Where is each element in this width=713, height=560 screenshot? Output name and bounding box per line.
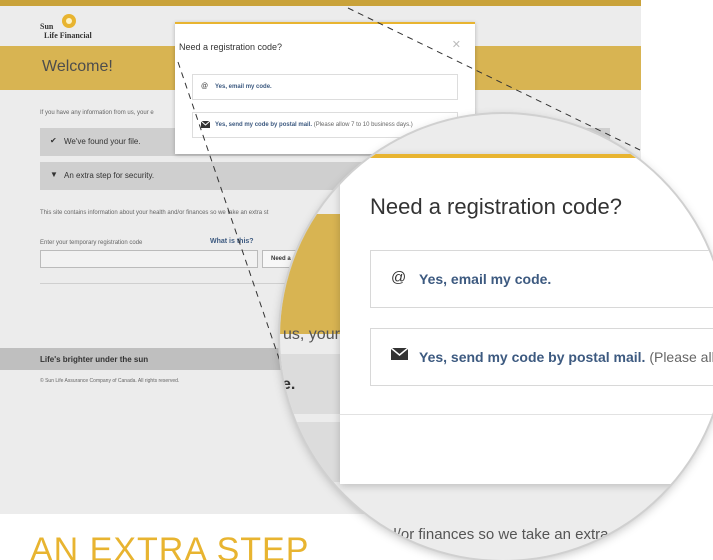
email-option-text: Yes, email my code. — [215, 84, 272, 90]
email-option-label: Yes, email my code. — [215, 84, 272, 90]
copyright-text: © Sun Life Assurance Company of Canada. … — [40, 378, 180, 384]
envelope-icon — [390, 347, 409, 364]
caret-down-icon: ▼ — [50, 170, 58, 179]
magnifier-circle: us, your e e. y. nd/or finances so we ta… — [280, 114, 713, 560]
footer-tagline: Life's brighter under the sun — [40, 355, 149, 364]
mail-option-label: Yes, send my code by postal mail. (Pleas… — [215, 122, 413, 128]
top-accent-bar — [0, 0, 641, 6]
at-icon: @ — [391, 269, 407, 286]
what-is-this-link[interactable]: What is this? — [210, 238, 254, 245]
intro-text: If you have any information from us, you… — [40, 110, 154, 116]
extra-step-heading: AN EXTRA STEP — [30, 531, 310, 560]
magnified-modal-divider — [340, 414, 713, 415]
magnified-mail-label: Yes, send my code by postal mail. (Pleas… — [419, 349, 713, 365]
magnified-modal: Need a registration code? @ Yes, email m… — [340, 154, 713, 484]
step-found-file-label: We've found your file. — [64, 137, 141, 146]
magnified-fragment-1: e. — [282, 376, 296, 393]
magnified-mail-option[interactable]: Yes, send my code by postal mail. (Pleas… — [370, 328, 713, 386]
close-icon[interactable]: ✕ — [452, 38, 461, 51]
code-field-label: Enter your temporary registration code — [40, 240, 143, 246]
info-text: This site contains information about you… — [40, 210, 269, 216]
envelope-icon — [200, 120, 211, 130]
magnified-mail-text: Yes, send my code by postal mail. — [419, 349, 646, 365]
check-icon: ✔ — [50, 136, 57, 145]
magnified-mail-note: (Please allov — [649, 349, 713, 365]
magnified-email-text: Yes, email my code. — [419, 271, 552, 287]
at-icon: @ — [201, 83, 209, 90]
sun-icon — [62, 14, 76, 28]
magnified-email-label: Yes, email my code. — [419, 271, 551, 287]
magnified-info-text: nd/or finances so we take an extra — [380, 526, 609, 543]
registration-code-input[interactable] — [40, 250, 258, 268]
magnified-fragment-2: y. — [282, 444, 295, 461]
modal-title: Need a registration code? — [179, 42, 283, 52]
magnified-email-option[interactable]: @ Yes, email my code. — [370, 250, 713, 308]
welcome-heading: Welcome! — [42, 58, 113, 75]
mail-option-note: (Please allow 7 to 10 business days.) — [313, 122, 413, 128]
mail-option-text: Yes, send my code by postal mail. — [215, 122, 313, 128]
magnified-modal-title: Need a registration code? — [370, 194, 622, 219]
step-extra-security-label: An extra step for security. — [64, 171, 155, 180]
email-code-option[interactable]: @ Yes, email my code. — [192, 74, 458, 100]
sun-life-logo[interactable]: Sun Life Financial — [40, 14, 92, 40]
logo-line-2: Life Financial — [44, 31, 92, 40]
